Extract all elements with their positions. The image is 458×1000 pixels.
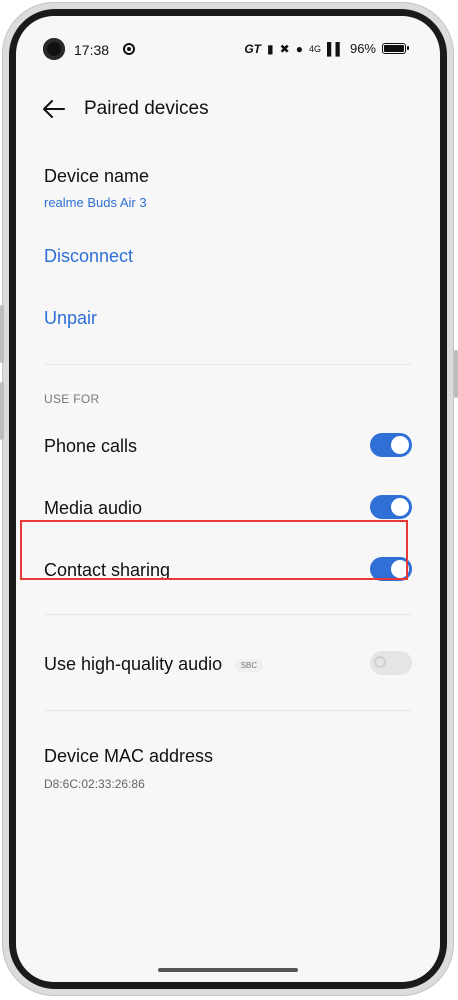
device-name-label: Device name xyxy=(44,166,150,186)
hq-audio-toggle xyxy=(370,651,412,675)
vibrate-icon: ▮ xyxy=(267,41,274,56)
divider xyxy=(44,710,412,711)
device-name-row[interactable]: Device name realme Buds Air 3 xyxy=(44,166,412,210)
divider xyxy=(44,364,412,365)
bluetooth-icon: ✖ xyxy=(279,41,290,56)
home-indicator[interactable] xyxy=(158,968,298,972)
signal-label: 4G xyxy=(308,43,321,54)
hq-audio-row: Use high-quality audio SBC xyxy=(44,654,412,675)
phone-calls-label: Phone calls xyxy=(44,436,138,456)
chrome-icon xyxy=(123,43,135,55)
toggle-knob xyxy=(391,498,409,516)
battery-fill xyxy=(384,45,404,52)
hq-audio-label: Use high-quality audio xyxy=(44,654,223,674)
status-time: 17:38 xyxy=(74,42,110,58)
page-title: Paired devices xyxy=(84,98,209,119)
highlight-box xyxy=(20,520,408,580)
media-audio-toggle[interactable] xyxy=(370,495,412,519)
media-audio-row[interactable]: Media audio xyxy=(44,498,412,519)
mac-address-value: D8:6C:02:33:26:86 xyxy=(44,777,145,791)
toggle-knob xyxy=(391,436,409,454)
unpair-button[interactable]: Unpair xyxy=(44,308,412,329)
back-arrow-icon[interactable] xyxy=(42,98,66,120)
status-icons: GT ▮ ✖ ● 4G ▌▌ 96% xyxy=(244,41,409,56)
volume-up-button xyxy=(0,305,4,363)
media-audio-label: Media audio xyxy=(44,498,143,518)
divider xyxy=(44,614,412,615)
app-bar: Paired devices xyxy=(16,96,440,126)
volume-down-button xyxy=(0,382,4,440)
battery-icon xyxy=(382,43,409,54)
camera-cutout xyxy=(43,38,65,60)
phone-calls-row[interactable]: Phone calls xyxy=(44,436,412,457)
mac-address-label: Device MAC address xyxy=(44,746,214,766)
battery-percent: 96% xyxy=(349,41,376,56)
gt-icon: GT xyxy=(244,41,262,56)
power-button xyxy=(454,350,458,398)
codec-badge: SBC xyxy=(234,659,264,673)
status-bar: 17:38 GT ▮ ✖ ● 4G ▌▌ 96% xyxy=(16,16,440,60)
use-for-section-label: USE FOR xyxy=(44,392,100,406)
mac-address-row: Device MAC address D8:6C:02:33:26:86 xyxy=(44,746,412,791)
location-icon: ● xyxy=(295,41,303,56)
device-name-value: realme Buds Air 3 xyxy=(44,195,147,210)
phone-calls-toggle[interactable] xyxy=(370,433,412,457)
disconnect-button[interactable]: Disconnect xyxy=(44,246,412,267)
screen: 17:38 GT ▮ ✖ ● 4G ▌▌ 96% Paired devices … xyxy=(16,16,440,982)
toggle-knob xyxy=(374,656,386,668)
signal-icon: ▌▌ xyxy=(326,41,344,56)
